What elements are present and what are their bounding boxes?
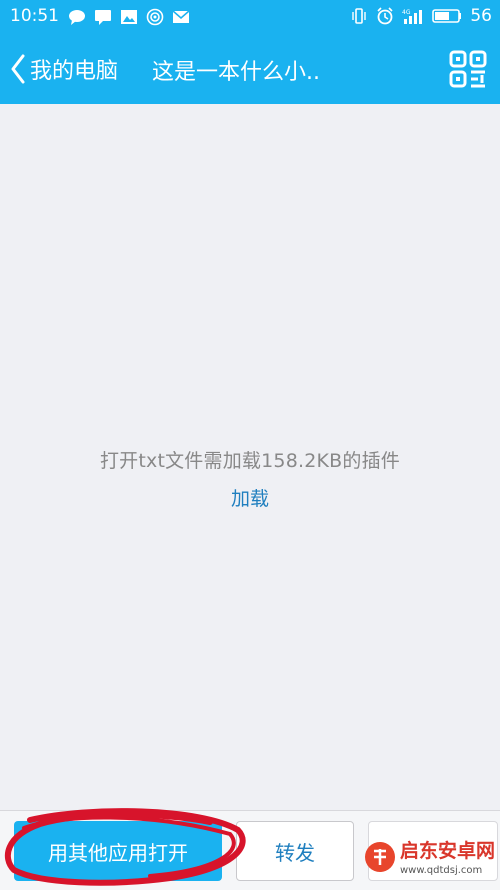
- forward-button[interactable]: 转发: [236, 821, 354, 881]
- watermark-url: www.qdtdsj.com: [400, 865, 482, 876]
- open-with-other-app-button[interactable]: 用其他应用打开: [14, 821, 222, 881]
- alarm-icon: [377, 7, 393, 25]
- battery-level: 56: [470, 6, 492, 26]
- page-title: 这是一本什么小..: [152, 60, 320, 85]
- back-button[interactable]: 我的电脑: [10, 51, 118, 87]
- mail-icon: [172, 10, 190, 23]
- file-preview-area: 打开txt文件需加载158.2KB的插件 加载: [0, 104, 500, 810]
- load-plugin-link[interactable]: 加载: [0, 484, 500, 511]
- hotspot-icon: [146, 8, 164, 26]
- watermark-brand: 启东安卓网: [400, 839, 495, 862]
- vibrate-icon: [352, 8, 367, 24]
- message-icon: [95, 10, 111, 25]
- signal-icon: 4G: [402, 9, 423, 24]
- status-system-icons: 4G 56: [350, 6, 492, 26]
- status-bar: 10:51 4G 56: [0, 0, 500, 34]
- status-notification-icons: [68, 8, 190, 26]
- back-label: 我的电脑: [30, 59, 119, 84]
- qr-scan-icon[interactable]: [448, 49, 488, 89]
- status-time: 10:51: [10, 6, 59, 26]
- chat-icon: [69, 10, 85, 25]
- battery-icon: [432, 9, 462, 23]
- chevron-left-icon: [11, 54, 25, 84]
- nav-bar: 我的电脑 这是一本什么小..: [0, 34, 500, 104]
- plugin-required-message: 打开txt文件需加载158.2KB的插件: [99, 450, 401, 472]
- site-watermark: 启东安卓网 www.qdtdsj.com: [365, 839, 495, 876]
- network-type-label: 4G: [402, 9, 411, 16]
- image-icon: [121, 10, 137, 24]
